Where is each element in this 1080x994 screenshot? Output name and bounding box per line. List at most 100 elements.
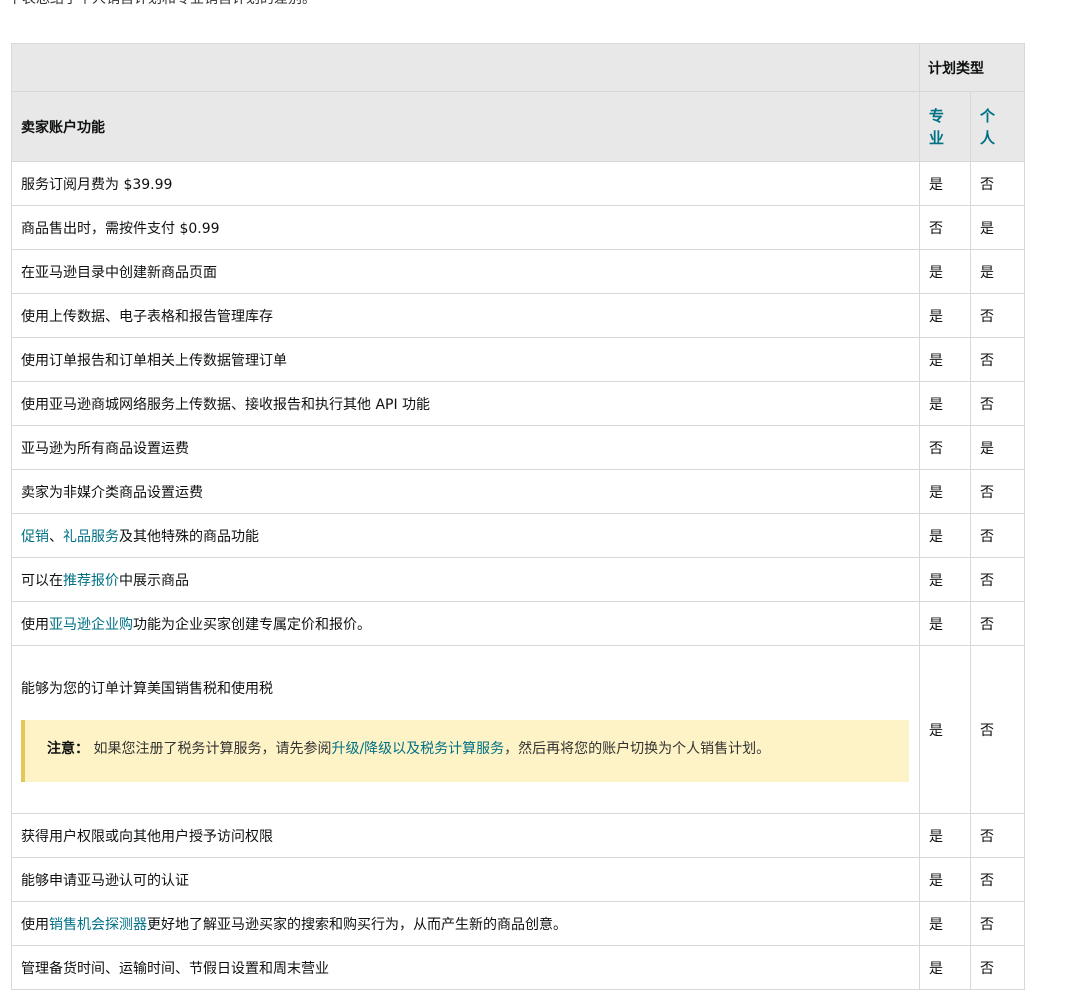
feature-text: 及其他特殊的商品功能 [119,528,259,545]
table-row: 使用订单报告和订单相关上传数据管理订单 是否 [11,337,1025,382]
professional-value: 是 [919,857,971,902]
professional-value: 否 [919,205,971,250]
feature-link[interactable]: 销售机会探测器 [49,917,147,933]
table-row: 管理备货时间、运输时间、节假日设置和周末营业 是否 [11,945,1025,990]
feature-text: 更好地了解亚马逊买家的搜索和购买行为，从而产生新的商品创意。 [147,916,567,933]
professional-value: 是 [919,293,971,338]
feature-text: 商品售出时，需按件支付 $0.99 [21,220,220,237]
individual-column-header: 个人 [970,91,1025,162]
individual-value: 否 [970,901,1025,946]
individual-value: 是 [970,205,1025,250]
feature-cell: 卖家为非媒介类商品设置运费 [11,469,920,514]
feature-cell: 服务订阅月费为 $39.99 [11,161,920,206]
feature-text: 使用订单报告和订单相关上传数据管理订单 [21,352,287,369]
feature-text: 获得用户权限或向其他用户授予访问权限 [21,828,273,845]
header-row-columns: 卖家账户功能 专业 个人 [11,91,1025,162]
feature-cell: 使用亚马逊企业购功能为企业买家创建专属定价和报价。 [11,601,920,646]
individual-value: 否 [970,945,1025,990]
table-row: 商品售出时，需按件支付 $0.99 否是 [11,205,1025,250]
feature-link[interactable]: 亚马逊企业购 [49,617,133,633]
professional-column-header: 专业 [919,91,971,162]
professional-value: 是 [919,469,971,514]
feature-text: 亚马逊为所有商品设置运费 [21,440,189,457]
feature-cell: 促销、礼品服务及其他特殊的商品功能 [11,513,920,558]
header-blank-cell [11,43,920,92]
professional-value: 是 [919,513,971,558]
note-label: 注意： [47,740,89,757]
professional-value: 否 [919,425,971,470]
feature-header: 卖家账户功能 [11,91,920,162]
feature-cell: 管理备货时间、运输时间、节假日设置和周末营业 [11,945,920,990]
intro-text: 下表总结了个人销售计划和专业销售计划的差别。 [8,0,316,9]
feature-text: 中展示商品 [119,572,189,589]
feature-text: 功能为企业买家创建专属定价和报价。 [133,616,371,633]
individual-value: 否 [970,601,1025,646]
feature-link[interactable]: 促销 [21,529,49,545]
feature-text: 服务订阅月费为 $39.99 [21,176,173,193]
table-row: 获得用户权限或向其他用户授予访问权限 是否 [11,813,1025,858]
feature-cell: 能够为您的订单计算美国销售税和使用税注意： 如果您注册了税务计算服务，请先参阅升… [11,645,920,814]
table-row: 促销、礼品服务及其他特殊的商品功能是否 [11,513,1025,558]
feature-link[interactable]: 礼品服务 [63,529,119,545]
feature-text: 卖家为非媒介类商品设置运费 [21,484,203,501]
table-row: 在亚马逊目录中创建新商品页面 是是 [11,249,1025,294]
professional-value: 是 [919,249,971,294]
individual-value: 否 [970,469,1025,514]
feature-text: 管理备货时间、运输时间、节假日设置和周末营业 [21,960,329,977]
professional-value: 是 [919,813,971,858]
plan-comparison-table: 计划类型 卖家账户功能 专业 个人 服务订阅月费为 $39.99 是否商品售出时，… [11,43,1025,990]
feature-cell: 使用销售机会探测器更好地了解亚马逊买家的搜索和购买行为，从而产生新的商品创意。 [11,901,920,946]
feature-link[interactable]: 推荐报价 [63,573,119,589]
professional-value: 是 [919,557,971,602]
feature-cell: 获得用户权限或向其他用户授予访问权限 [11,813,920,858]
professional-value: 是 [919,901,971,946]
feature-text: 在亚马逊目录中创建新商品页面 [21,264,217,281]
table-row: 能够申请亚马逊认可的认证 是否 [11,857,1025,902]
individual-value: 否 [970,293,1025,338]
feature-text: 使用上传数据、电子表格和报告管理库存 [21,308,273,325]
feature-text: 可以在 [21,572,63,589]
feature-link[interactable]: 升级/降级以及税务计算服务 [331,741,504,757]
feature-text: 使用 [21,916,49,933]
individual-value: 否 [970,513,1025,558]
table-row: 亚马逊为所有商品设置运费 否是 [11,425,1025,470]
individual-value: 否 [970,813,1025,858]
note-callout: 注意： 如果您注册了税务计算服务，请先参阅升级/降级以及税务计算服务，然后再将您… [21,719,909,782]
professional-value: 是 [919,945,971,990]
individual-value: 否 [970,161,1025,206]
feature-text: 能够申请亚马逊认可的认证 [21,872,189,889]
feature-text: ，然后再将您的账户切换为个人销售计划。 [504,740,771,757]
table-row: 服务订阅月费为 $39.99 是否 [11,161,1025,206]
feature-cell: 使用亚马逊商城网络服务上传数据、接收报告和执行其他 API 功能 [11,381,920,426]
feature-text: 使用 [21,616,49,633]
feature-cell: 可以在推荐报价中展示商品 [11,557,920,602]
plan-type-header: 计划类型 [919,43,1025,92]
table-row: 能够为您的订单计算美国销售税和使用税注意： 如果您注册了税务计算服务，请先参阅升… [11,645,1025,814]
feature-cell: 使用上传数据、电子表格和报告管理库存 [11,293,920,338]
professional-value: 是 [919,161,971,206]
table-row: 使用上传数据、电子表格和报告管理库存 是否 [11,293,1025,338]
individual-value: 否 [970,557,1025,602]
feature-title: 能够为您的订单计算美国销售税和使用税 [21,678,911,700]
feature-cell: 亚马逊为所有商品设置运费 [11,425,920,470]
feature-text: 如果您注册了税务计算服务，请先参阅 [89,740,332,757]
feature-text: 能够为您的订单计算美国销售税和使用税 [21,680,273,697]
table-body: 服务订阅月费为 $39.99 是否商品售出时，需按件支付 $0.99 否是在亚马逊目… [11,161,1025,990]
feature-text: 使用亚马逊商城网络服务上传数据、接收报告和执行其他 API 功能 [21,396,431,413]
professional-value: 是 [919,645,971,814]
page: 下表总结了个人销售计划和专业销售计划的差别。 计划类型 卖家账户功能 专业 个人… [0,0,1080,994]
table-row: 使用销售机会探测器更好地了解亚马逊买家的搜索和购买行为，从而产生新的商品创意。是… [11,901,1025,946]
table-row: 使用亚马逊商城网络服务上传数据、接收报告和执行其他 API 功能 是否 [11,381,1025,426]
feature-cell: 能够申请亚马逊认可的认证 [11,857,920,902]
table-row: 使用亚马逊企业购功能为企业买家创建专属定价和报价。是否 [11,601,1025,646]
individual-value: 否 [970,337,1025,382]
individual-value: 否 [970,645,1025,814]
feature-cell: 使用订单报告和订单相关上传数据管理订单 [11,337,920,382]
individual-value: 是 [970,249,1025,294]
feature-cell: 在亚马逊目录中创建新商品页面 [11,249,920,294]
feature-text: 、 [49,528,63,545]
individual-value: 否 [970,857,1025,902]
individual-value: 是 [970,425,1025,470]
feature-cell: 商品售出时，需按件支付 $0.99 [11,205,920,250]
table-row: 卖家为非媒介类商品设置运费 是否 [11,469,1025,514]
